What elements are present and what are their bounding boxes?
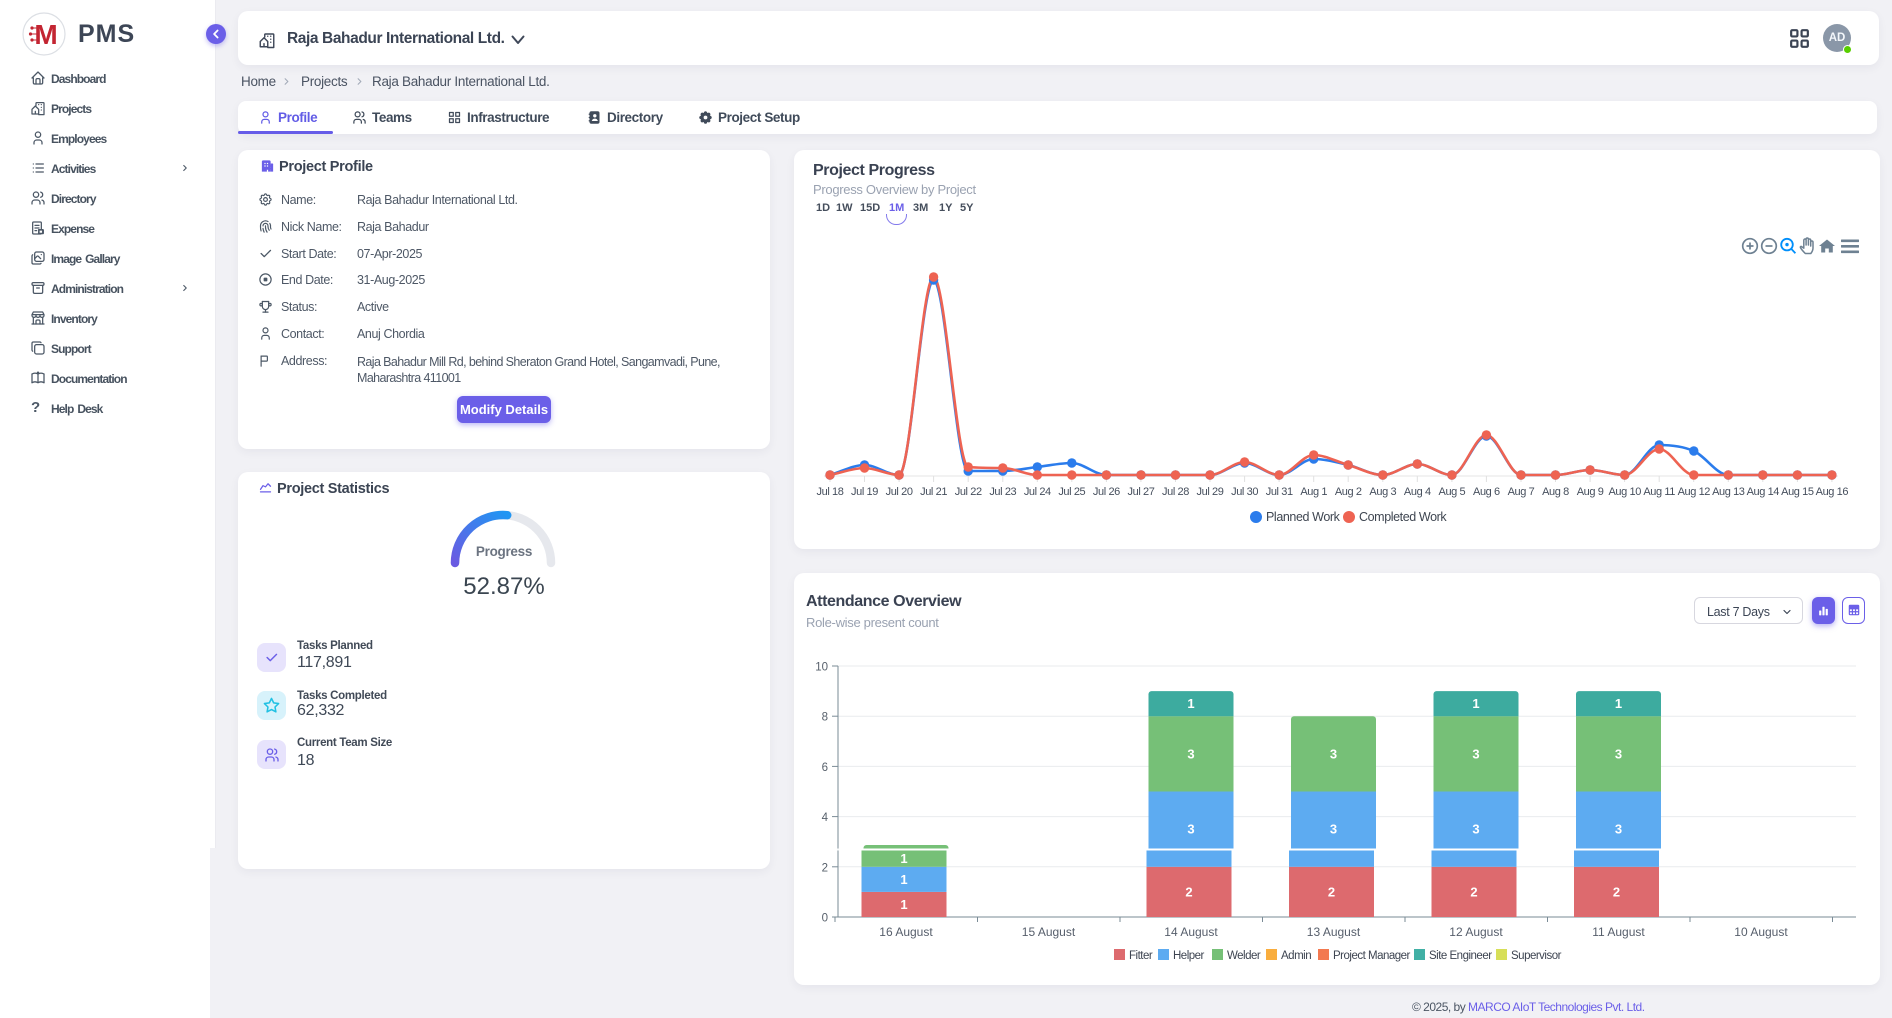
svg-text:Jul 20: Jul 20 <box>886 486 913 498</box>
svg-text:2: 2 <box>822 862 828 874</box>
svg-text:M: M <box>34 19 57 50</box>
svg-text:Jul 25: Jul 25 <box>1058 486 1085 498</box>
svg-text:14 August: 14 August <box>1164 925 1218 939</box>
svg-text:Aug 9: Aug 9 <box>1577 486 1604 498</box>
svg-text:10 August: 10 August <box>1734 925 1788 939</box>
svg-text:Jul 28: Jul 28 <box>1162 486 1189 498</box>
svg-text:3: 3 <box>1330 822 1337 837</box>
svg-text:3: 3 <box>1615 822 1622 837</box>
svg-text:Site Engineer: Site Engineer <box>1429 950 1492 962</box>
svg-text:12 August: 12 August <box>1449 925 1503 939</box>
svg-text:Jul 23: Jul 23 <box>989 486 1016 498</box>
svg-text:1: 1 <box>1615 696 1622 711</box>
svg-text:1: 1 <box>1472 696 1479 711</box>
svg-text:Jul 24: Jul 24 <box>1024 486 1051 498</box>
svg-text:Aug 13: Aug 13 <box>1712 486 1745 498</box>
svg-text:Supervisor: Supervisor <box>1511 950 1562 962</box>
svg-text:3: 3 <box>1472 822 1479 837</box>
svg-text:1: 1 <box>1187 696 1194 711</box>
svg-text:1: 1 <box>900 872 907 887</box>
svg-text:Aug 7: Aug 7 <box>1508 486 1535 498</box>
svg-text:Aug 10: Aug 10 <box>1608 486 1641 498</box>
svg-text:13 August: 13 August <box>1307 925 1361 939</box>
svg-text:Aug 12: Aug 12 <box>1678 486 1711 498</box>
svg-text:11 August: 11 August <box>1592 925 1645 939</box>
svg-text:Aug 14: Aug 14 <box>1747 486 1780 498</box>
svg-text:Jul 26: Jul 26 <box>1093 486 1120 498</box>
svg-text:Jul 18: Jul 18 <box>817 486 844 498</box>
svg-text:Jul 29: Jul 29 <box>1197 486 1224 498</box>
svg-text:3: 3 <box>1187 822 1194 837</box>
svg-text:3: 3 <box>1615 746 1622 761</box>
svg-text:2: 2 <box>1328 884 1335 899</box>
svg-text:Welder: Welder <box>1227 950 1261 962</box>
svg-text:1: 1 <box>900 897 907 912</box>
svg-text:1: 1 <box>900 851 907 866</box>
svg-text:Aug 15: Aug 15 <box>1781 486 1814 498</box>
svg-text:2: 2 <box>1613 884 1620 899</box>
svg-text:2: 2 <box>1470 884 1477 899</box>
svg-text:Project Manager: Project Manager <box>1333 950 1411 962</box>
svg-text:6: 6 <box>822 762 828 774</box>
svg-text:3: 3 <box>1187 746 1194 761</box>
svg-text:0: 0 <box>822 913 828 925</box>
svg-text:Jul 19: Jul 19 <box>851 486 878 498</box>
svg-text:Aug 2: Aug 2 <box>1335 486 1362 498</box>
svg-text:Aug 16: Aug 16 <box>1816 486 1849 498</box>
svg-text:8: 8 <box>822 712 828 724</box>
svg-text:Helper: Helper <box>1173 950 1205 962</box>
svg-text:Aug 1: Aug 1 <box>1300 486 1327 498</box>
svg-text:Admin: Admin <box>1281 950 1311 962</box>
svg-text:Aug 8: Aug 8 <box>1542 486 1569 498</box>
svg-text:Jul 21: Jul 21 <box>920 486 947 498</box>
svg-text:Fitter: Fitter <box>1129 950 1153 962</box>
svg-text:Aug 5: Aug 5 <box>1439 486 1466 498</box>
svg-text:16 August: 16 August <box>879 925 933 939</box>
svg-text:Jul 30: Jul 30 <box>1231 486 1258 498</box>
svg-text:Aug 4: Aug 4 <box>1404 486 1431 498</box>
svg-text:3: 3 <box>1472 746 1479 761</box>
svg-text:2: 2 <box>1185 884 1192 899</box>
svg-text:Jul 22: Jul 22 <box>955 486 982 498</box>
svg-text:Jul 31: Jul 31 <box>1266 486 1293 498</box>
svg-text:Aug 11: Aug 11 <box>1643 486 1675 498</box>
svg-text:10: 10 <box>815 662 828 674</box>
svg-text:3: 3 <box>1330 746 1337 761</box>
svg-text:Aug 3: Aug 3 <box>1369 486 1396 498</box>
svg-text:Jul 27: Jul 27 <box>1128 486 1155 498</box>
svg-text:Aug 6: Aug 6 <box>1473 486 1500 498</box>
svg-text:15 August: 15 August <box>1022 925 1076 939</box>
svg-text:4: 4 <box>822 812 829 824</box>
